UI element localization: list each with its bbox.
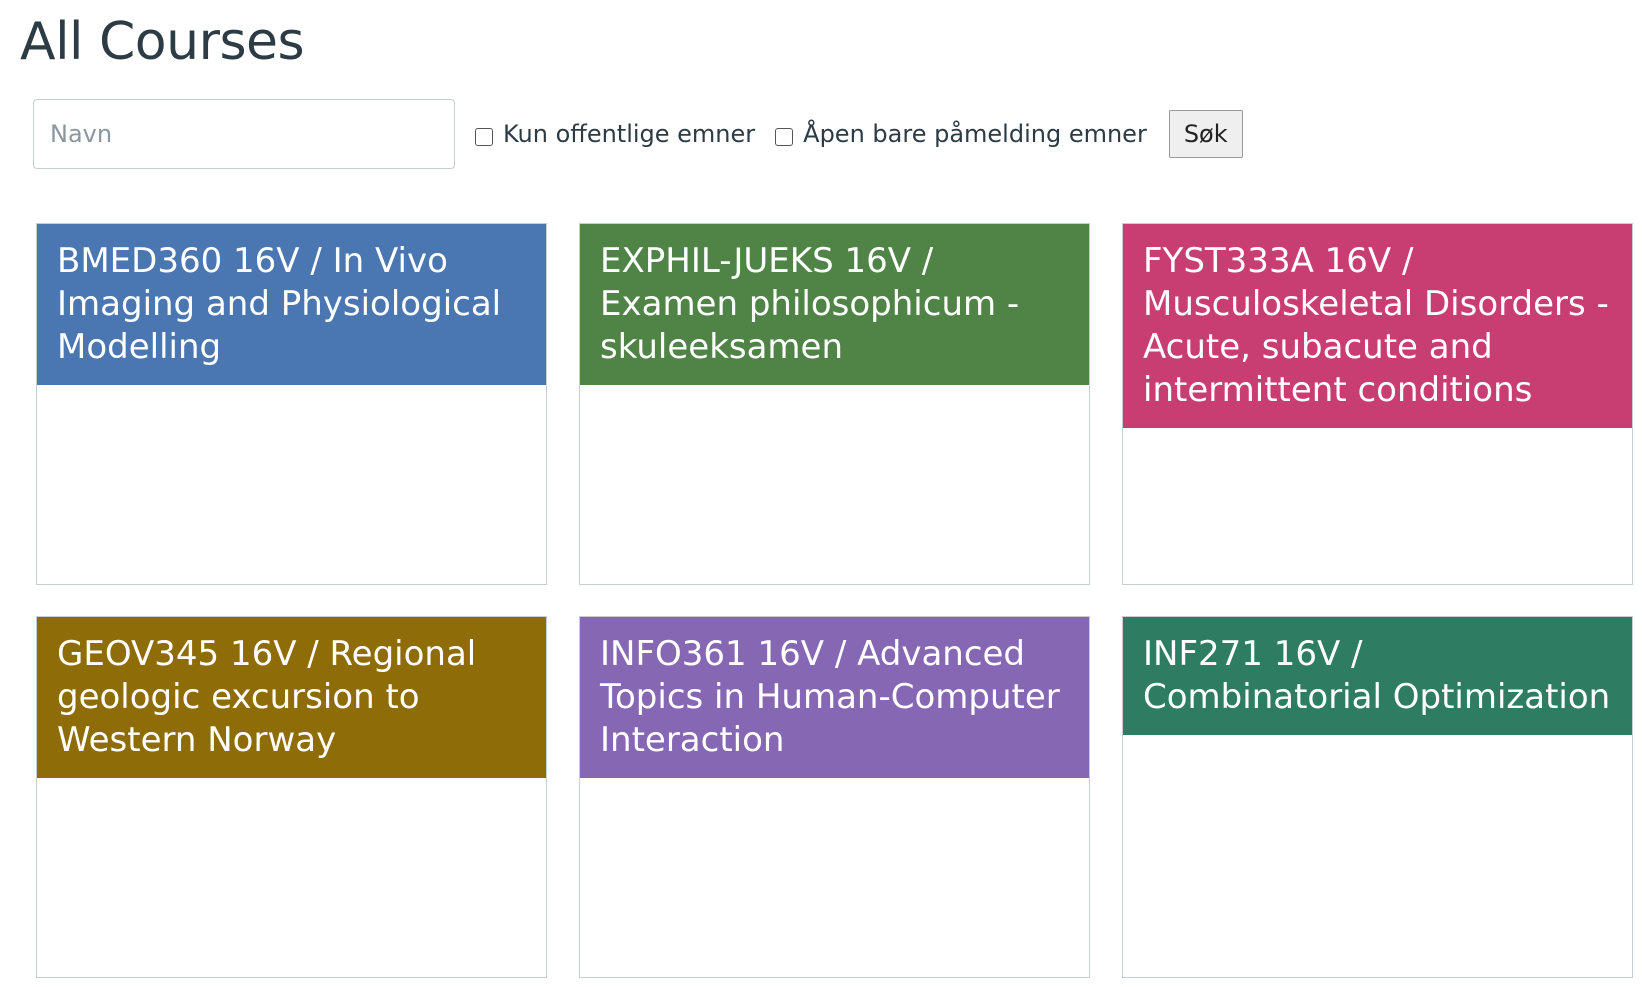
course-card-header[interactable]: FYST333A 16V / Musculoskeletal Disorders…	[1123, 224, 1632, 428]
course-grid: BMED360 16V / In Vivo Imaging and Physio…	[36, 223, 1636, 978]
course-title[interactable]: INFO361 16V / Advanced Topics in Human-C…	[600, 634, 1060, 760]
course-card[interactable]: EXPHIL-JUEKS 16V / Examen philosophicum …	[579, 223, 1090, 585]
course-card[interactable]: INF271 16V / Combinatorial Optimization	[1122, 616, 1633, 978]
course-card-header[interactable]: INFO361 16V / Advanced Topics in Human-C…	[580, 617, 1089, 778]
course-card-header[interactable]: INF271 16V / Combinatorial Optimization	[1123, 617, 1632, 735]
public-only-filter[interactable]: Kun offentlige emner	[475, 120, 755, 148]
course-card-header[interactable]: BMED360 16V / In Vivo Imaging and Physio…	[37, 224, 546, 385]
course-card[interactable]: FYST333A 16V / Musculoskeletal Disorders…	[1122, 223, 1633, 585]
public-only-label[interactable]: Kun offentlige emner	[503, 120, 755, 148]
course-name-input[interactable]	[33, 99, 455, 169]
page-title: All Courses	[20, 12, 305, 72]
course-title[interactable]: FYST333A 16V / Musculoskeletal Disorders…	[1143, 241, 1609, 410]
search-button[interactable]: Søk	[1168, 110, 1243, 158]
course-title[interactable]: BMED360 16V / In Vivo Imaging and Physio…	[57, 241, 501, 367]
course-card[interactable]: INFO361 16V / Advanced Topics in Human-C…	[579, 616, 1090, 978]
open-enrollment-checkbox[interactable]	[775, 128, 794, 146]
all-courses-page: All Courses Kun offentlige emner Åpen ba…	[0, 0, 1642, 987]
course-title[interactable]: EXPHIL-JUEKS 16V / Examen philosophicum …	[600, 241, 1019, 367]
public-only-checkbox[interactable]	[475, 128, 493, 146]
course-card-header[interactable]: GEOV345 16V / Regional geologic excursio…	[37, 617, 546, 778]
course-card[interactable]: GEOV345 16V / Regional geologic excursio…	[36, 616, 547, 978]
course-search-form: Kun offentlige emner Åpen bare påmelding…	[33, 99, 1243, 169]
course-title[interactable]: GEOV345 16V / Regional geologic excursio…	[57, 634, 476, 760]
course-title[interactable]: INF271 16V / Combinatorial Optimization	[1143, 634, 1610, 717]
open-enrollment-filter[interactable]: Åpen bare påmelding emner	[775, 120, 1147, 148]
open-enrollment-label[interactable]: Åpen bare påmelding emner	[803, 120, 1147, 148]
course-card[interactable]: BMED360 16V / In Vivo Imaging and Physio…	[36, 223, 547, 585]
course-card-header[interactable]: EXPHIL-JUEKS 16V / Examen philosophicum …	[580, 224, 1089, 385]
